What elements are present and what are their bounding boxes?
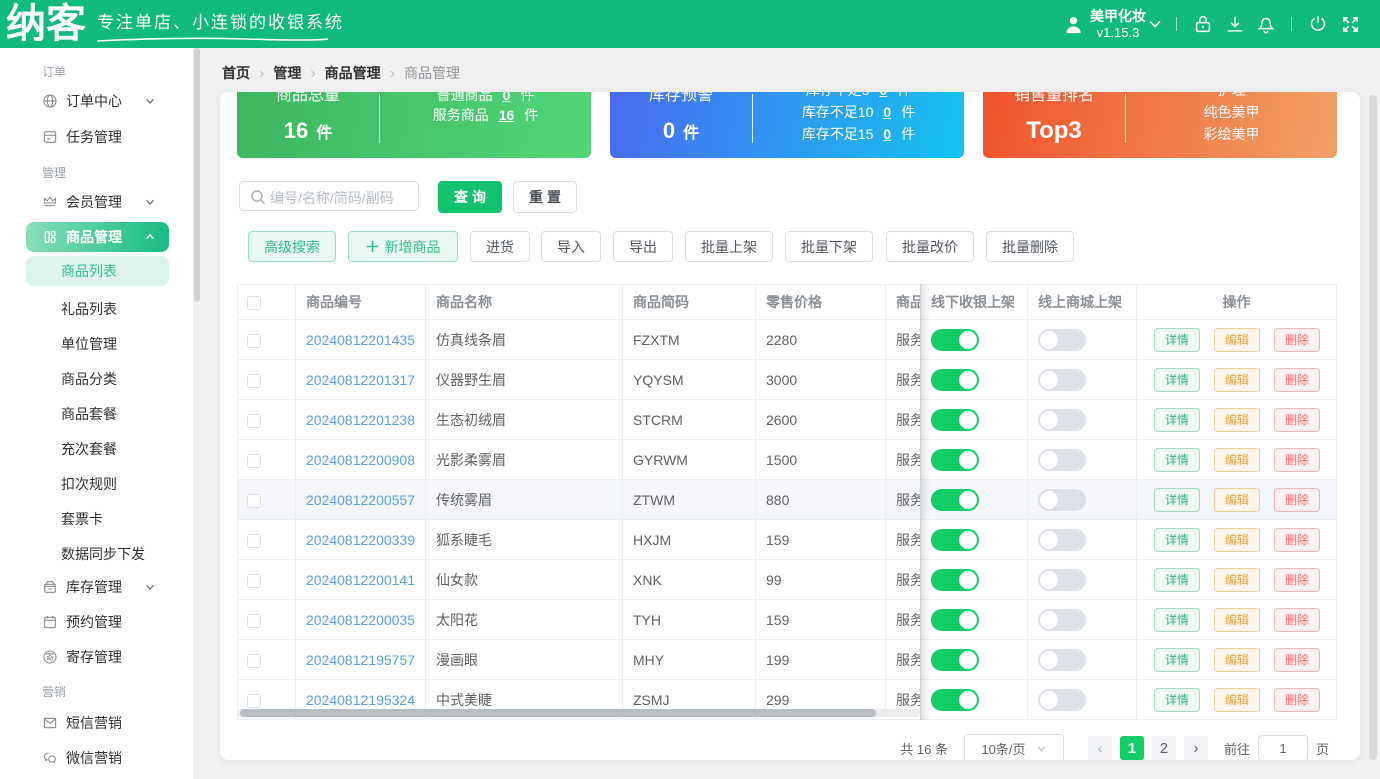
svg-text:寄: 寄	[46, 651, 55, 662]
